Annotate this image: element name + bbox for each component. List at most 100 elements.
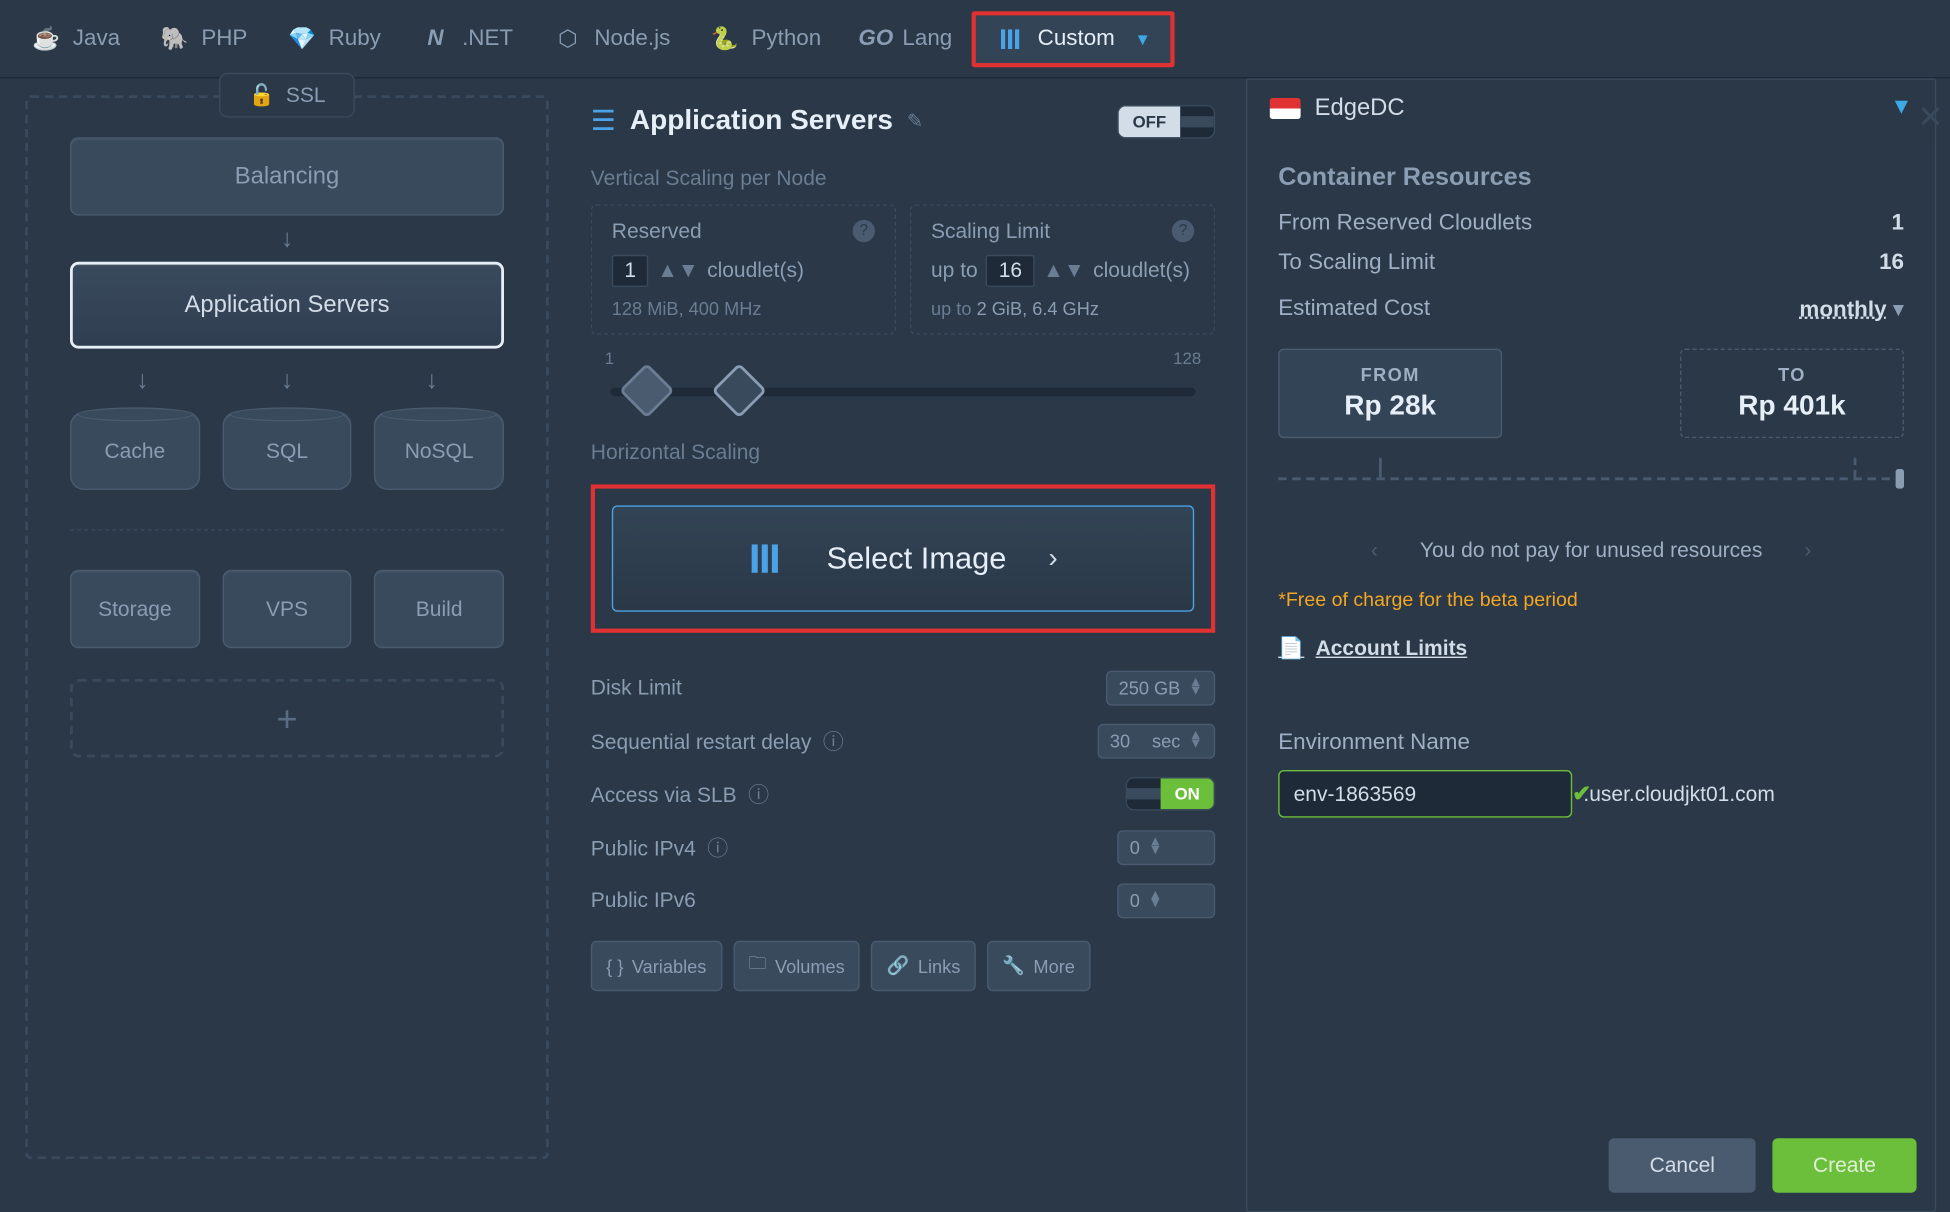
volumes-button[interactable]: 🗀Volumes	[733, 941, 860, 991]
tab-python[interactable]: 🐍 Python	[690, 11, 841, 67]
button-label: Select Image	[827, 540, 1007, 576]
cfg-label: Public IPv6	[591, 888, 696, 912]
node-label: Balancing	[235, 162, 340, 190]
tab-java[interactable]: ☕ Java	[11, 11, 140, 67]
tab-go[interactable]: GO Lang	[841, 11, 972, 67]
prefix: up to	[931, 259, 978, 283]
kv-label: To Scaling Limit	[1278, 251, 1435, 276]
button-label: More	[1033, 956, 1074, 977]
env-name-input[interactable]	[1294, 782, 1573, 806]
cost-label: FROM	[1280, 364, 1501, 385]
limit-handle[interactable]	[711, 363, 766, 418]
arrow-down-icon: ↓	[425, 365, 438, 394]
tab-label: Lang	[902, 26, 952, 51]
cache-node[interactable]: Cache	[70, 412, 200, 490]
node-label: Storage	[98, 597, 172, 621]
scaling-limit-card[interactable]: Scaling Limit? up to 16▲▼ cloudlet(s) up…	[910, 204, 1215, 334]
reserved-handle[interactable]	[619, 363, 674, 418]
restart-delay-row: Sequential restart delay ⓘ 30 sec▲▼	[591, 714, 1215, 767]
cost-usage-bar[interactable]	[1278, 458, 1904, 500]
menu-icon[interactable]: ☰	[591, 104, 616, 139]
help-icon[interactable]: ?	[853, 220, 875, 242]
ipv4-value[interactable]: 0▲▼	[1117, 830, 1215, 865]
tab-label: PHP	[201, 26, 247, 51]
slider-handle[interactable]	[1896, 469, 1904, 489]
tab-ruby[interactable]: 💎 Ruby	[267, 11, 401, 67]
horizontal-scaling-label: Horizontal Scaling	[591, 441, 1215, 465]
container-icon	[996, 23, 1027, 54]
cfg-label: Public IPv4	[591, 837, 696, 861]
help-icon[interactable]: ⓘ	[707, 837, 728, 861]
chevron-left-icon[interactable]: ‹	[1371, 539, 1378, 563]
toggle-on-label: ON	[1161, 778, 1214, 809]
edit-icon[interactable]: ✎	[907, 109, 923, 133]
application-servers-node[interactable]: Application Servers	[70, 262, 504, 349]
tab-custom[interactable]: Custom ▼	[972, 11, 1175, 67]
reserved-card[interactable]: Reserved? 1▲▼ cloudlet(s) 128 MiB, 400 M…	[591, 204, 896, 334]
add-node-button[interactable]: +	[70, 679, 504, 757]
tab-label: .NET	[462, 26, 513, 51]
arrow-down-icon: ↓	[136, 365, 149, 394]
button-label: Create	[1813, 1154, 1876, 1178]
restart-delay-value[interactable]: 30 sec▲▼	[1097, 723, 1215, 758]
disk-limit-row: Disk Limit 250 GB▲▼	[591, 661, 1215, 714]
tab-dotnet[interactable]: N .NET	[400, 11, 532, 67]
container-icon	[748, 540, 784, 576]
limit-value[interactable]: 16	[986, 255, 1035, 287]
tab-label: Java	[73, 26, 120, 51]
build-node[interactable]: Build	[374, 570, 504, 648]
toggle-handle	[1127, 788, 1161, 799]
tab-label: Python	[751, 26, 821, 51]
create-button[interactable]: Create	[1772, 1138, 1916, 1193]
go-icon: GO	[860, 23, 891, 54]
topology-panel: 🔓 SSL Balancing ↓ Application Servers ↓ …	[0, 78, 574, 1212]
slb-toggle[interactable]: ON	[1126, 777, 1216, 811]
balancing-node[interactable]: Balancing	[70, 137, 504, 215]
cost-label: TO	[1681, 364, 1902, 385]
cost-from-card: FROM Rp 28k	[1278, 349, 1502, 439]
storage-node[interactable]: Storage	[70, 570, 200, 648]
reserved-value[interactable]: 1	[612, 255, 649, 287]
cancel-button[interactable]: Cancel	[1609, 1138, 1756, 1193]
ssl-toggle[interactable]: 🔓 SSL	[219, 73, 355, 118]
ipv4-row: Public IPv4 ⓘ 0▲▼	[591, 820, 1215, 873]
variables-button[interactable]: { }Variables	[591, 941, 722, 991]
ipv6-value[interactable]: 0▲▼	[1117, 883, 1215, 918]
cfg-label: Disk Limit	[591, 676, 682, 700]
more-button[interactable]: 🔧 More	[987, 941, 1090, 991]
region-name: EdgeDC	[1315, 94, 1405, 122]
wrench-icon: 🔧	[1002, 955, 1025, 977]
help-icon[interactable]: ?	[1172, 220, 1194, 242]
nosql-node[interactable]: NoSQL	[374, 412, 504, 490]
limit-detail: 2 GiB, 6.4 GHz	[977, 298, 1099, 319]
period-selector[interactable]: monthly ▾	[1799, 295, 1904, 323]
arrow-down-icon: ↓	[281, 365, 294, 394]
tab-node[interactable]: ⬡ Node.js	[533, 11, 690, 67]
slider-min: 1	[605, 349, 614, 369]
disk-limit-value[interactable]: 250 GB▲▼	[1106, 670, 1215, 705]
tab-label: Ruby	[329, 26, 381, 51]
tab-php[interactable]: 🐘 PHP	[140, 11, 267, 67]
sql-node[interactable]: SQL	[222, 412, 352, 490]
cloudlet-slider[interactable]: 1128	[591, 349, 1215, 419]
chevron-right-icon[interactable]: ›	[1804, 539, 1811, 563]
account-limits-link[interactable]: 📄 Account Limits	[1278, 636, 1904, 661]
vps-node[interactable]: VPS	[222, 570, 352, 648]
close-icon[interactable]: ✕	[1917, 99, 1943, 135]
env-name-label: Environment Name	[1278, 731, 1904, 756]
node-label: Application Servers	[184, 291, 389, 319]
document-icon: 📄	[1278, 636, 1304, 661]
panel-title: Application Servers	[630, 105, 893, 137]
node-power-toggle[interactable]: OFF	[1117, 104, 1215, 138]
lock-open-icon: 🔓	[248, 83, 274, 108]
links-button[interactable]: 🔗Links	[871, 941, 975, 991]
help-icon[interactable]: ⓘ	[823, 730, 844, 754]
help-icon[interactable]: ⓘ	[748, 783, 769, 807]
env-name-field[interactable]: ✔	[1278, 770, 1572, 818]
folder-icon: 🗀	[748, 951, 766, 982]
region-selector[interactable]: EdgeDC ▼	[1247, 80, 1934, 137]
select-image-button[interactable]: Select Image ›	[612, 505, 1194, 611]
button-label: Cancel	[1650, 1154, 1715, 1178]
prefix: up to	[931, 298, 971, 319]
node-label: Build	[416, 597, 463, 621]
